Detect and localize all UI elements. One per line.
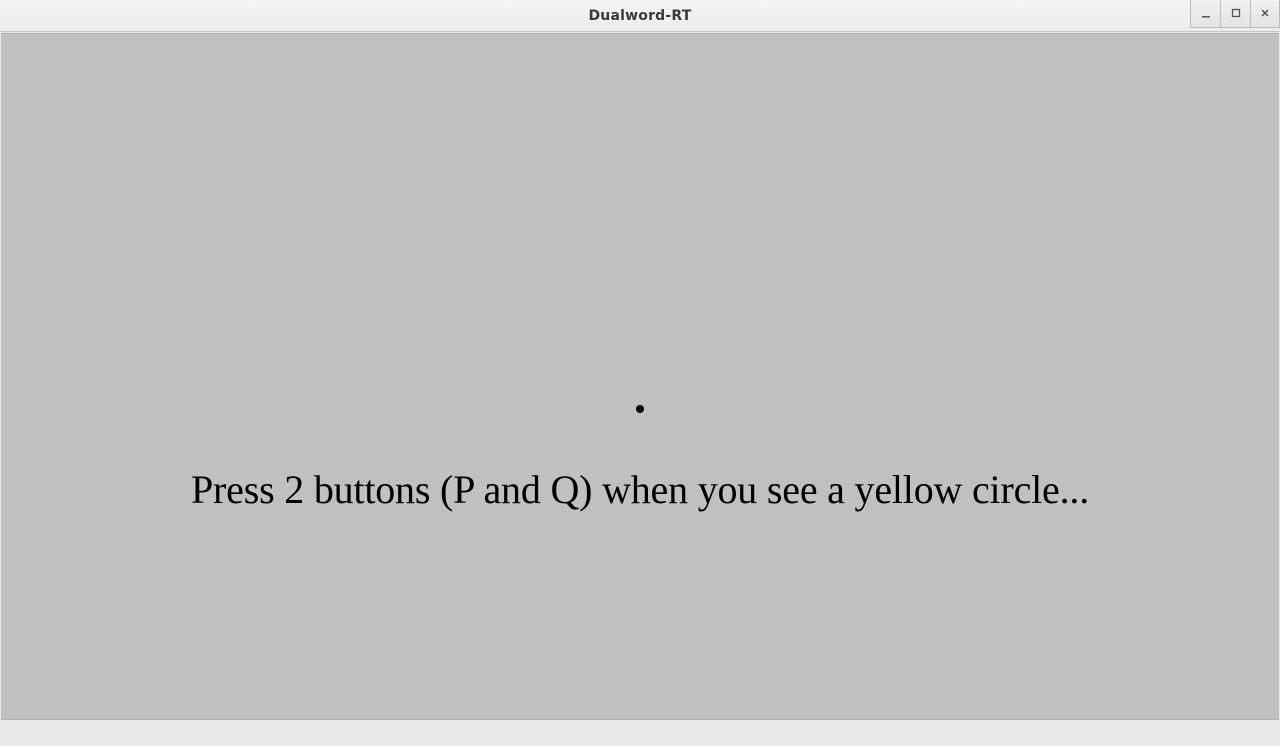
fixation-dot	[636, 405, 644, 413]
minimize-icon	[1200, 4, 1212, 23]
instruction-text: Press 2 buttons (P and Q) when you see a…	[191, 466, 1089, 513]
titlebar: Dualword-RT	[0, 0, 1280, 32]
close-icon	[1259, 4, 1271, 23]
statusbar	[0, 720, 1280, 746]
close-button[interactable]	[1250, 0, 1280, 28]
window-title: Dualword-RT	[588, 8, 691, 24]
window-controls	[1190, 0, 1280, 28]
minimize-button[interactable]	[1190, 0, 1220, 28]
experiment-canvas: Press 2 buttons (P and Q) when you see a…	[1, 33, 1279, 720]
maximize-button[interactable]	[1220, 0, 1250, 28]
maximize-icon	[1230, 4, 1242, 23]
content-wrapper: Press 2 buttons (P and Q) when you see a…	[0, 32, 1280, 746]
